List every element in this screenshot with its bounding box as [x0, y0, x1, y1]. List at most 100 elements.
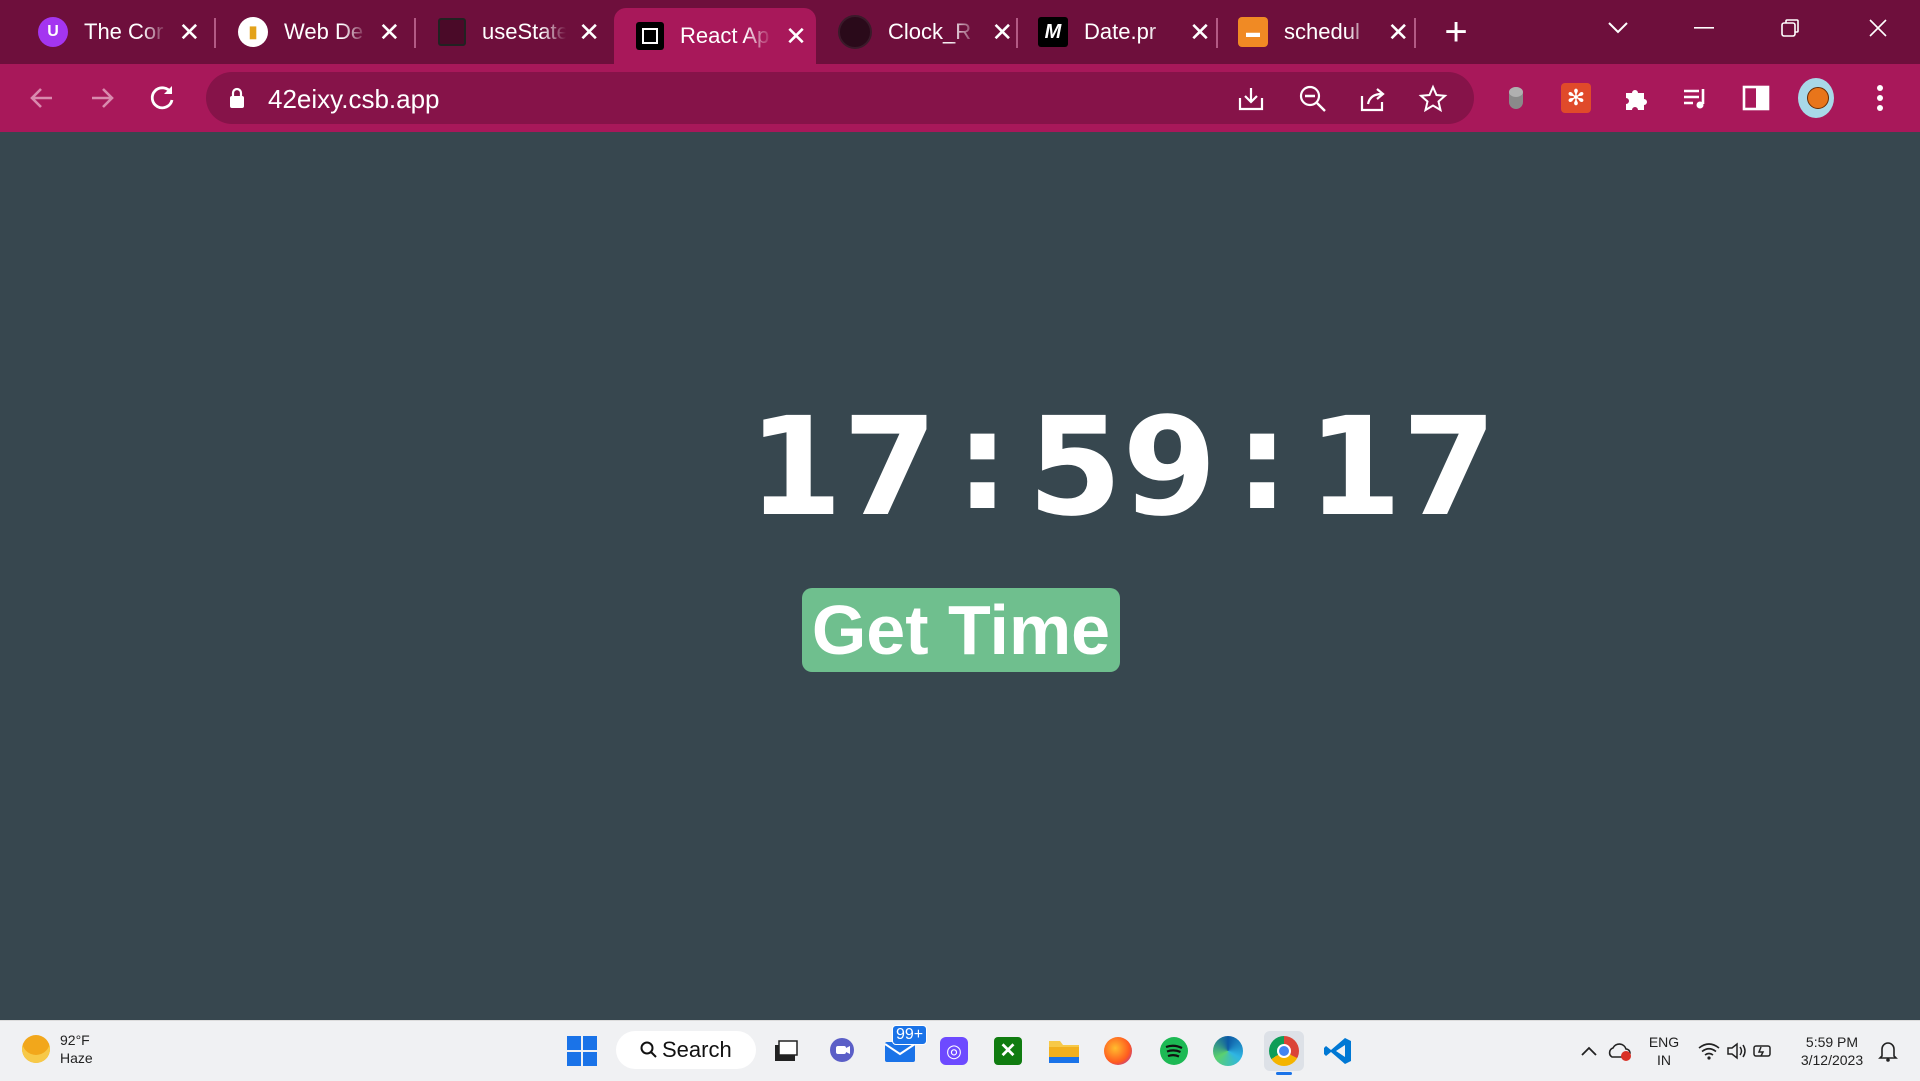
share-button[interactable]	[1358, 84, 1388, 114]
back-button[interactable]	[22, 78, 62, 118]
taskbar-search[interactable]: Search	[616, 1031, 756, 1069]
clock-seconds: 17	[1307, 389, 1497, 547]
reload-button[interactable]	[142, 78, 182, 118]
close-icon[interactable]: ✕	[1384, 17, 1412, 47]
start-button[interactable]	[562, 1031, 602, 1071]
tab-title: useState	[482, 19, 567, 44]
tab-search-button[interactable]	[1588, 8, 1648, 48]
reload-icon	[150, 86, 174, 110]
close-icon[interactable]: ✕	[377, 17, 402, 47]
volume-icon	[1727, 1042, 1746, 1060]
weather-widget[interactable]: 92°F Haze	[22, 1031, 93, 1067]
tab-udemy[interactable]: U The Cor ✕	[16, 8, 202, 56]
install-app-button[interactable]	[1236, 84, 1266, 114]
xbox-icon: ✕	[994, 1037, 1022, 1065]
tab-clock-repo[interactable]: Clock_R ✕	[816, 8, 1016, 56]
download-icon	[1238, 88, 1264, 111]
wifi-icon	[1698, 1043, 1720, 1060]
menu-button[interactable]	[1862, 78, 1898, 118]
file-explorer-button[interactable]	[1044, 1031, 1084, 1071]
bookmark-button[interactable]	[1418, 84, 1448, 114]
chrome-icon	[1269, 1036, 1299, 1066]
spotify-icon	[1160, 1037, 1188, 1065]
get-time-button[interactable]: Get Time	[802, 588, 1120, 672]
forward-arrow-icon	[92, 88, 114, 108]
tab-usestate[interactable]: useState ✕	[416, 8, 602, 56]
language-region: IN	[1657, 1052, 1671, 1068]
zoom-out-icon	[1299, 85, 1326, 112]
close-window-button[interactable]	[1848, 8, 1908, 48]
tab-date-prototype[interactable]: M Date.pr ✕	[1016, 8, 1214, 56]
tab-title: Web De	[284, 19, 364, 44]
taskbar: 92°F Haze Search 99+ ◎ ✕ ENG IN 5:59 PM …	[0, 1020, 1920, 1081]
spotify-button[interactable]	[1154, 1031, 1194, 1071]
zoom-button[interactable]	[1298, 84, 1328, 114]
mail-button[interactable]: 99+	[880, 1025, 928, 1071]
minimize-icon	[1694, 27, 1714, 29]
mouse-icon	[1509, 87, 1523, 109]
forward-button[interactable]	[82, 78, 122, 118]
cloud-error-icon	[1608, 1043, 1631, 1061]
react-devtools-icon: ✻	[1561, 83, 1591, 113]
media-control-button[interactable]	[1678, 78, 1714, 118]
quick-settings-button[interactable]	[1694, 1031, 1778, 1071]
search-label: Search	[662, 1037, 732, 1062]
haze-sun-icon	[22, 1035, 50, 1063]
page-viewport: 17 : 59 : 17 Get Time	[0, 132, 1920, 1020]
system-clock[interactable]: 5:59 PM 3/12/2023	[1796, 1033, 1868, 1069]
tab-title: React Ap	[680, 23, 770, 48]
clock-hours: 17	[748, 389, 938, 547]
back-arrow-icon	[30, 88, 52, 108]
tab-title: Clock_R	[888, 19, 972, 44]
new-tab-button[interactable]: +	[1436, 12, 1476, 54]
weather-condition: Haze	[60, 1050, 93, 1066]
profile-button[interactable]	[1798, 78, 1834, 118]
language-indicator[interactable]: ENG IN	[1648, 1033, 1680, 1069]
lock-icon	[230, 87, 244, 108]
battery-icon	[1753, 1045, 1771, 1057]
bell-icon	[1878, 1042, 1898, 1062]
proton-button[interactable]: ◎	[934, 1031, 974, 1071]
vscode-button[interactable]	[1318, 1031, 1358, 1071]
xbox-button[interactable]: ✕	[988, 1031, 1028, 1071]
notification-center-button[interactable]	[1874, 1031, 1902, 1071]
edge-button[interactable]	[1208, 1031, 1248, 1071]
puzzle-icon	[1626, 90, 1647, 110]
close-icon[interactable]: ✕	[177, 17, 202, 47]
extension-react-devtools[interactable]: ✻	[1558, 78, 1594, 118]
tab-web-dev[interactable]: ▮ Web De ✕	[216, 8, 402, 56]
onedrive-status[interactable]	[1604, 1031, 1634, 1071]
url-text[interactable]: 42eixy.csb.app	[268, 84, 440, 115]
side-panel-button[interactable]	[1738, 78, 1774, 118]
close-icon[interactable]: ✕	[988, 17, 1016, 47]
restore-button[interactable]	[1760, 8, 1820, 48]
kebab-menu-icon	[1877, 85, 1883, 111]
clock-separator: :	[1234, 383, 1290, 541]
scheduler-icon: ▬	[1238, 17, 1268, 47]
star-icon	[1418, 84, 1448, 113]
show-hidden-icons-button[interactable]	[1574, 1031, 1604, 1071]
close-icon[interactable]: ✕	[782, 21, 810, 51]
tab-scheduler[interactable]: ▬ schedul ✕	[1216, 8, 1412, 56]
extensions-button[interactable]	[1618, 78, 1654, 118]
chrome-button[interactable]	[1264, 1031, 1304, 1075]
extension-mouse[interactable]	[1498, 78, 1534, 118]
teams-chat-button[interactable]	[822, 1031, 862, 1071]
task-view-button[interactable]	[766, 1031, 806, 1071]
windows-icon	[567, 1036, 597, 1066]
edge-icon	[1213, 1036, 1243, 1066]
minimize-button[interactable]	[1674, 8, 1734, 48]
mdn-icon: M	[1038, 17, 1068, 47]
clock-date: 3/12/2023	[1800, 1052, 1864, 1068]
address-bar[interactable]: 42eixy.csb.app	[206, 72, 1474, 124]
share-icon	[1360, 88, 1385, 112]
close-icon[interactable]: ✕	[576, 17, 602, 47]
tab-title: The Cor	[84, 19, 164, 44]
tab-react-app[interactable]: React Ap ✕	[614, 8, 816, 64]
close-icon[interactable]: ✕	[1186, 17, 1214, 47]
task-view-icon	[775, 1040, 798, 1061]
github-icon	[838, 15, 872, 49]
browser-toolbar: 42eixy.csb.app ✻	[0, 64, 1920, 132]
playlist-icon	[1684, 89, 1705, 109]
firefox-button[interactable]	[1098, 1031, 1138, 1071]
